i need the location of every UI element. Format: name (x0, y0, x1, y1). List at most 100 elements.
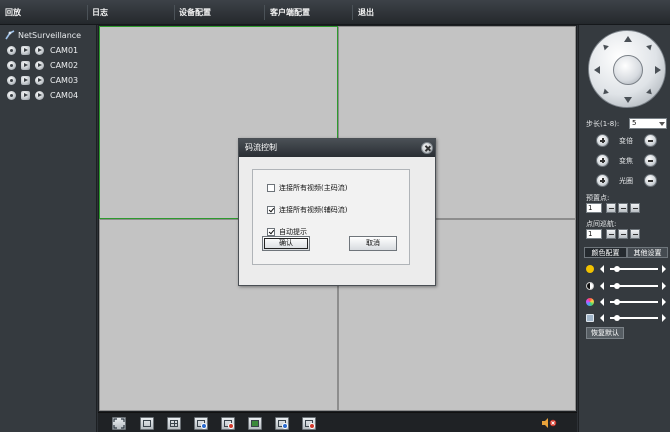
auto-prompt-checkbox[interactable] (267, 227, 275, 236)
camera-record-icon[interactable] (21, 75, 30, 85)
increase-arrow-icon[interactable] (662, 265, 666, 273)
grid-icon (633, 234, 638, 235)
stream-control-dialog: 码流控制 连接所有视频(主码流) 连接所有视频(辅码流) 自动提示 确认 取消 (238, 138, 436, 286)
brightness-slider[interactable] (586, 264, 668, 274)
ptz-down-icon[interactable] (624, 97, 632, 103)
menu-device-config[interactable]: 设备配置 (179, 7, 211, 18)
focus-in-button[interactable] (596, 154, 609, 167)
slider-knob[interactable] (614, 283, 620, 289)
ptz-up-icon[interactable] (624, 36, 632, 42)
ptz-direction-pad[interactable] (588, 30, 666, 108)
cruise-input[interactable]: 1 (586, 229, 602, 239)
cruise-stop-button[interactable] (618, 229, 628, 239)
single-view-icon (143, 420, 151, 427)
iris-label: 光圈 (619, 177, 633, 185)
camera-play-icon[interactable] (35, 45, 44, 55)
decrease-arrow-icon[interactable] (600, 298, 604, 306)
option-main-stream[interactable]: 连接所有视频(主码流) (267, 182, 347, 193)
camera-row[interactable]: CAM03 (7, 74, 78, 86)
camera-connect-icon[interactable] (7, 60, 16, 70)
slider-knob[interactable] (614, 315, 620, 321)
preset-goto-button[interactable] (606, 203, 616, 213)
decrease-arrow-icon[interactable] (600, 314, 604, 322)
screenshot-button[interactable] (248, 417, 262, 430)
contrast-slider[interactable] (586, 281, 668, 291)
record-all-button[interactable] (194, 417, 208, 430)
connect-all-button[interactable] (275, 417, 289, 430)
increase-arrow-icon[interactable] (662, 314, 666, 322)
close-icon[interactable] (421, 142, 433, 154)
camera-connect-icon[interactable] (7, 45, 16, 55)
saturation-slider[interactable] (586, 297, 668, 307)
option-label: 自动提示 (279, 227, 307, 236)
camera-record-icon[interactable] (21, 90, 30, 100)
hue-slider[interactable] (586, 313, 668, 323)
plus-icon (621, 208, 626, 209)
step-label: 步长(1-8): (586, 120, 620, 128)
camera-connect-icon[interactable] (7, 90, 16, 100)
zoom-in-button[interactable] (596, 134, 609, 147)
preset-add-button[interactable] (618, 203, 628, 213)
tab-other-settings[interactable]: 其他设置 (627, 247, 668, 258)
dialog-title: 码流控制 (245, 143, 277, 152)
restore-default-button[interactable]: 恢复默认 (586, 327, 624, 339)
focus-out-button[interactable] (644, 154, 657, 167)
preset-input[interactable]: 1 (586, 203, 602, 213)
ptz-up-left-icon[interactable] (601, 42, 609, 51)
ptz-down-left-icon[interactable] (601, 88, 609, 97)
camera-play-icon[interactable] (35, 60, 44, 70)
decrease-arrow-icon[interactable] (600, 282, 604, 290)
main-stream-checkbox[interactable] (267, 183, 275, 192)
single-view-button[interactable] (140, 417, 154, 430)
cancel-button[interactable]: 取消 (349, 236, 397, 251)
ptz-left-icon[interactable] (594, 66, 600, 74)
menu-exit[interactable]: 退出 (358, 7, 374, 18)
menu-client-config[interactable]: 客户端配置 (270, 7, 310, 18)
ptz-right-icon[interactable] (655, 66, 661, 74)
disconnect-all-button[interactable] (302, 417, 316, 430)
ptz-center-button[interactable] (613, 55, 643, 85)
dialog-title-bar[interactable]: 码流控制 (239, 139, 435, 157)
fullscreen-button[interactable] (112, 417, 126, 430)
view-toolbar (98, 412, 577, 432)
play-icon (609, 234, 614, 235)
increase-arrow-icon[interactable] (662, 298, 666, 306)
tab-color-config[interactable]: 颜色配置 (584, 247, 627, 258)
stop-record-button[interactable] (221, 417, 235, 430)
option-sub-stream[interactable]: 连接所有视频(辅码流) (267, 204, 347, 215)
iris-open-button[interactable] (596, 174, 609, 187)
volume-icon[interactable] (541, 418, 557, 428)
iris-close-button[interactable] (644, 174, 657, 187)
preset-remove-button[interactable] (630, 203, 640, 213)
camera-record-icon[interactable] (21, 45, 30, 55)
menu-playback[interactable]: 回放 (5, 7, 21, 18)
step-select[interactable]: 5 (629, 118, 667, 129)
sub-stream-checkbox[interactable] (267, 205, 275, 214)
menu-log[interactable]: 日志 (92, 7, 108, 18)
camera-play-icon[interactable] (35, 75, 44, 85)
cruise-start-button[interactable] (606, 229, 616, 239)
camera-row[interactable]: CAM04 (7, 89, 78, 101)
preset-label: 预置点: (586, 194, 610, 202)
camera-connect-icon[interactable] (7, 75, 16, 85)
slider-knob[interactable] (614, 299, 620, 305)
ptz-control-panel: 步长(1-8): 5 变倍 变焦 光圈 预置点: 1 点间巡航: 1 颜色配置 … (578, 25, 670, 432)
cruise-grid-button[interactable] (630, 229, 640, 239)
ptz-down-right-icon[interactable] (646, 88, 654, 97)
quad-view-icon (170, 420, 178, 427)
saturation-icon (586, 298, 594, 306)
quad-view-button[interactable] (167, 417, 181, 430)
goto-icon (609, 208, 614, 209)
confirm-button[interactable]: 确认 (262, 236, 310, 251)
zoom-out-button[interactable] (644, 134, 657, 147)
decrease-arrow-icon[interactable] (600, 265, 604, 273)
slider-knob[interactable] (614, 266, 620, 272)
camera-row[interactable]: CAM02 (7, 59, 78, 71)
ptz-up-right-icon[interactable] (646, 42, 654, 51)
increase-arrow-icon[interactable] (662, 282, 666, 290)
device-tree-root[interactable]: NetSurveillance (5, 29, 81, 41)
camera-row[interactable]: CAM01 (7, 44, 78, 56)
camera-record-icon[interactable] (21, 60, 30, 70)
screenshot-icon (251, 420, 259, 427)
camera-play-icon[interactable] (35, 90, 44, 100)
